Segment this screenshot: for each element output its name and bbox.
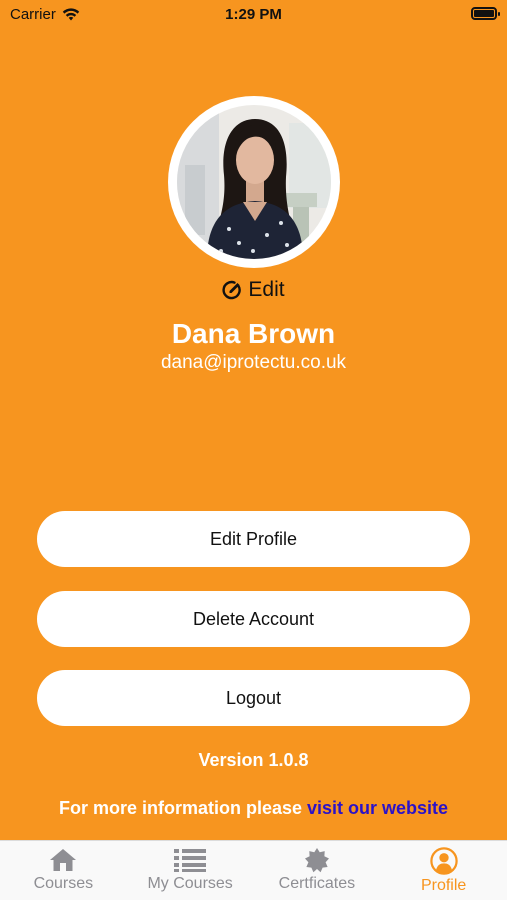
edit-profile-label: Edit Profile <box>209 528 298 549</box>
profile-icon <box>429 847 458 875</box>
list-icon <box>174 849 207 872</box>
home-icon <box>50 849 77 871</box>
tab-courses[interactable]: Courses <box>0 841 127 900</box>
battery-icon <box>471 7 500 20</box>
tab-profile-label: Profile <box>420 877 467 894</box>
profile-name: Dana Brown <box>171 318 336 349</box>
avatar[interactable] <box>168 96 340 268</box>
edit-profile-button[interactable]: Edit Profile <box>37 511 470 567</box>
tab-my-courses-label: My Courses <box>147 875 233 892</box>
status-bar: Carrier 1:29 PM <box>0 0 507 30</box>
info-prefix: For more information please <box>58 798 307 818</box>
status-time: 1:29 PM <box>225 6 282 23</box>
tab-profile[interactable]: Profile <box>380 841 507 900</box>
avatar-photo <box>177 105 331 259</box>
tab-certificates-label: Certficates <box>278 875 356 892</box>
edit-icon <box>222 280 242 300</box>
tab-certificates[interactable]: Certficates <box>254 841 381 900</box>
profile-email: dana@iprotectu.co.uk <box>160 352 347 373</box>
website-link[interactable]: visit our website <box>307 798 448 818</box>
version-label: Version 1.0.8 <box>198 750 309 770</box>
badge-icon <box>304 848 329 873</box>
tab-my-courses[interactable]: My Courses <box>127 841 254 900</box>
edit-label: Edit <box>248 278 285 301</box>
logout-button[interactable]: Logout <box>37 670 470 726</box>
tab-bar: Courses My Courses Certficates Profile <box>0 840 507 900</box>
delete-account-button[interactable]: Delete Account <box>37 591 470 647</box>
info-text: For more information please visit our we… <box>0 798 507 819</box>
edit-avatar-button[interactable]: Edit <box>0 278 507 302</box>
delete-account-label: Delete Account <box>192 608 315 629</box>
logout-label: Logout <box>225 687 282 708</box>
tab-courses-label: Courses <box>33 875 94 892</box>
